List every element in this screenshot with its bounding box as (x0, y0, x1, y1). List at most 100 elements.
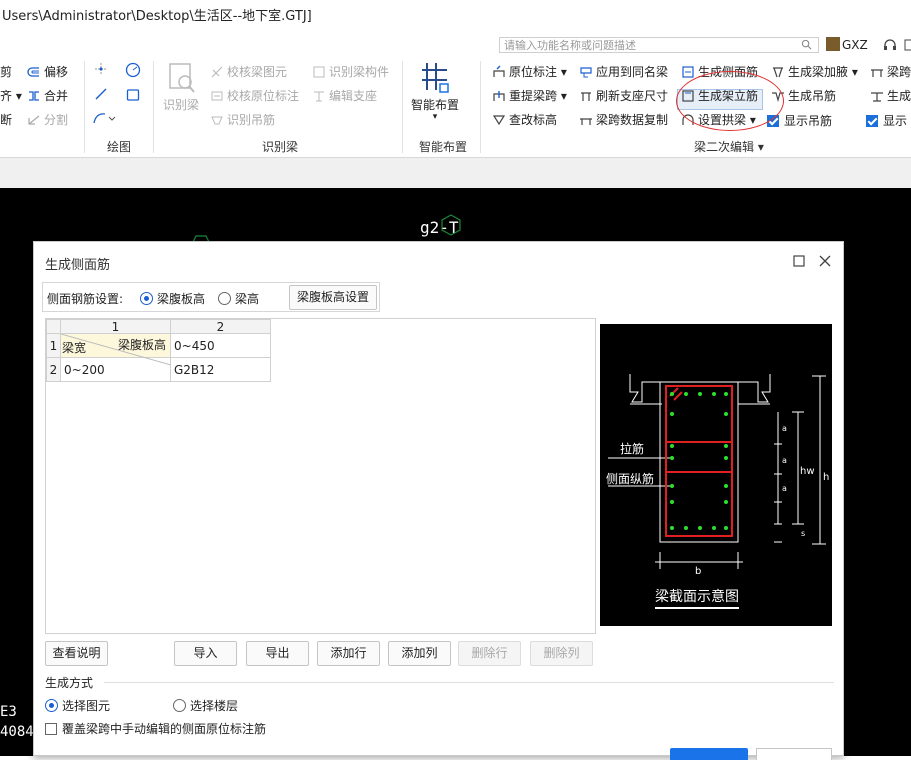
ribbon-merge[interactable]: 合并 (27, 87, 68, 105)
identify-component-button[interactable]: 识别梁构件 (312, 63, 389, 81)
headset-icon[interactable] (883, 38, 897, 52)
arch-beam-button[interactable]: 设置拱梁 ▾ (681, 111, 756, 129)
hanger-rebar-label: 生成吊筋 (788, 89, 837, 103)
diagram-caption: 梁截面示意图 (655, 586, 739, 609)
show-checkbox[interactable]: 显示 (866, 112, 907, 129)
arc-draw-icon[interactable] (92, 111, 116, 125)
circle-draw-icon[interactable] (125, 62, 141, 78)
edit-support-button[interactable]: 编辑支座 (312, 87, 377, 105)
offset-icon (27, 67, 39, 77)
label-tie-bar: 拉筋 (620, 442, 645, 456)
copy-span-data-button[interactable]: 梁跨数据复制 (579, 111, 668, 129)
point-icon[interactable] (94, 62, 108, 76)
haunch-button[interactable]: 生成梁加腋 ▾ (771, 63, 858, 81)
delete-row-button[interactable]: 删除行 (458, 641, 521, 666)
window-title: Users\Administrator\Desktop\生活区--地下室.GTJ… (2, 9, 312, 24)
identify-hanger-icon (211, 116, 223, 125)
checkbox-unchecked-icon[interactable] (45, 723, 57, 735)
delete-column-button[interactable]: 删除列 (530, 641, 593, 666)
check-annotation-button[interactable]: 校核原位标注 (210, 87, 299, 105)
hanger-rebar-button[interactable]: 生成吊筋 (771, 87, 836, 105)
check-beam-button[interactable]: 校核梁图元 (210, 63, 287, 81)
checkbox-checked-icon[interactable] (767, 115, 779, 127)
smart-layout-label: 智能布置 (410, 98, 459, 112)
radio-unselected-icon[interactable] (173, 699, 186, 712)
span-icon (871, 69, 883, 77)
user-account[interactable]: GXZ (826, 37, 868, 52)
haunch-label: 生成梁加腋 ▾ (788, 65, 858, 79)
radio-web-height[interactable]: 梁腹板高 (140, 290, 205, 307)
span-label: 梁跨 (887, 65, 911, 79)
maximize-icon[interactable] (792, 254, 806, 268)
erection-rebar-button[interactable]: 生成架立筋 (681, 87, 758, 105)
title-bar: Users\Administrator\Desktop\生活区--地下室.GTJ… (0, 0, 911, 28)
canvas-left-label-1: E3 (0, 704, 17, 720)
corner-bottom-label: 梁宽 (62, 341, 87, 355)
identify-beam-icon (169, 63, 195, 93)
ok-button[interactable] (670, 748, 748, 760)
radio-selected-icon[interactable] (140, 292, 153, 305)
row-header[interactable]: 1 (46, 333, 61, 358)
export-button[interactable]: 导出 (246, 641, 309, 666)
chevron-down-icon: ▾ (432, 112, 438, 122)
radio-unselected-icon[interactable] (218, 292, 231, 305)
import-button[interactable]: 导入 (174, 641, 237, 666)
help-button[interactable]: 查看说明 (45, 641, 108, 666)
show-hanger-checkbox[interactable]: 显示吊筋 (767, 112, 832, 129)
window-control-icon[interactable] (904, 38, 911, 52)
cancel-button[interactable] (756, 748, 832, 760)
ribbon-offset[interactable]: 偏移 (27, 63, 68, 81)
ribbon-cut[interactable]: 剪 (0, 63, 12, 81)
table-cell[interactable]: G2B12 (170, 357, 271, 382)
side-rebar-button[interactable]: 生成侧面筋 (681, 63, 758, 81)
overwrite-label: 覆盖梁跨中手动编辑的侧面原位标注筋 (62, 722, 267, 736)
radio-beam-height[interactable]: 梁高 (218, 290, 259, 307)
add-row-button[interactable]: 添加行 (317, 641, 380, 666)
elevation-button[interactable]: 查改标高 (492, 111, 557, 129)
canvas-marker-icon (441, 214, 461, 236)
table-cell[interactable]: 0~450 (170, 333, 271, 358)
web-height-setting-button[interactable]: 梁腹板高设置 (289, 285, 377, 310)
smart-layout-button[interactable]: 智能布置 ▾ (407, 60, 463, 122)
radio-select-element[interactable]: 选择图元 (45, 697, 110, 714)
ribbon-split[interactable]: 分割 (27, 111, 68, 129)
in-situ-annotation-button[interactable]: 原位标注 ▾ (492, 63, 567, 81)
radio-select-floor[interactable]: 选择楼层 (173, 697, 238, 714)
edit-support-icon (314, 91, 324, 102)
column-header[interactable]: 2 (170, 319, 271, 334)
generate-button[interactable]: 生成 (870, 87, 911, 105)
label-side-bar: 侧面纵筋 (606, 472, 655, 486)
search-input[interactable] (500, 38, 790, 53)
side-rebar-label: 生成侧面筋 (698, 65, 759, 79)
re-extract-span-button[interactable]: 重提梁跨 ▾ (492, 87, 567, 105)
overwrite-checkbox[interactable]: 覆盖梁跨中手动编辑的侧面原位标注筋 (45, 720, 266, 737)
setting-label: 侧面钢筋设置: (47, 292, 124, 306)
identify-beam-group-label: 识别梁 (262, 140, 299, 154)
identify-beam-button[interactable]: 识别梁 (158, 60, 204, 113)
search-icon[interactable] (801, 39, 812, 50)
line-draw-icon[interactable] (94, 87, 108, 101)
ribbon-break[interactable]: 断 (0, 111, 12, 129)
ribbon-align[interactable]: 齐 ▾ (0, 87, 22, 105)
radio-selected-icon[interactable] (45, 699, 58, 712)
table-corner-header (46, 319, 61, 334)
dim-a: a (782, 424, 787, 433)
identify-hanger-button[interactable]: 识别吊筋 (210, 111, 275, 129)
column-header[interactable]: 1 (60, 319, 171, 334)
search-box[interactable] (499, 37, 819, 53)
refresh-support-button[interactable]: 刷新支座尺寸 (579, 87, 668, 105)
side-rebar-icon (682, 66, 694, 78)
checkbox-checked-icon[interactable] (866, 115, 878, 127)
apply-same-name-icon (580, 67, 592, 78)
span-button[interactable]: 梁跨 (870, 63, 911, 81)
close-icon[interactable] (818, 254, 832, 268)
erection-rebar-icon (682, 90, 694, 102)
diagonal-header-cell: 梁腹板高 梁宽 (60, 333, 171, 365)
merge-label: 合并 (44, 89, 69, 103)
apply-same-name-button[interactable]: 应用到同名梁 (579, 63, 668, 81)
identify-beam-label: 识别梁 (162, 98, 199, 112)
add-column-button[interactable]: 添加列 (388, 641, 451, 666)
corner-top-label: 梁腹板高 (117, 338, 166, 352)
rect-draw-icon[interactable] (126, 88, 140, 102)
row-header[interactable]: 2 (46, 357, 61, 382)
